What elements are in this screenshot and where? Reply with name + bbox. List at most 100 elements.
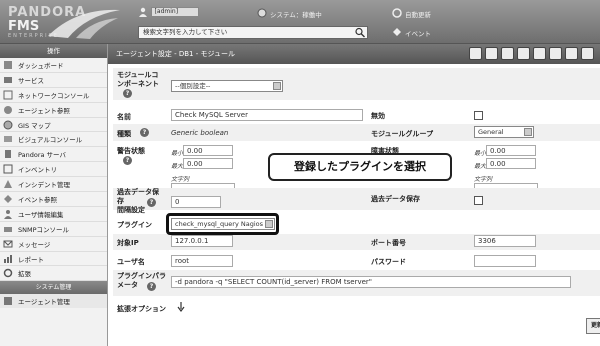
module-edit-form: モジュールコンポーネント ? --個別設定-- 名前 Check MySQL S… [113, 68, 600, 346]
events-icon [4, 194, 12, 203]
modules-tab-icon[interactable] [485, 47, 498, 60]
module-group-select[interactable]: General [474, 126, 534, 138]
extensions-icon [3, 269, 13, 278]
sidebar-item-label: ネットワークコンソール [18, 91, 90, 100]
page-title: エージェント設定 - DB1 - モジュール [116, 50, 235, 58]
historical-data-checkbox[interactable] [474, 196, 483, 205]
sidebar-item-label: インシデント管理 [18, 181, 70, 190]
visual-console-icon [4, 136, 12, 143]
agent-view-icon [4, 105, 12, 114]
help-icon[interactable]: ? [123, 156, 132, 165]
inventory-tab-icon[interactable] [533, 47, 546, 60]
sidebar-item-snmp[interactable]: SNMPコンソール [0, 222, 107, 237]
select-value: --個別設定-- [175, 82, 211, 90]
crit-min-input[interactable]: 0.00 [486, 145, 536, 156]
warning-status-label: 警告状態 [117, 147, 145, 155]
sidebar-item-user-edit[interactable]: ユーザ情報編集 [0, 207, 107, 222]
sidebar-item-gis-map[interactable]: GIS マップ [0, 118, 107, 133]
sidebar-item-label: メッセージ [18, 240, 51, 249]
username-label: ユーザ名 [117, 258, 145, 266]
interval-input[interactable]: 0 [171, 196, 221, 208]
crit-max-input[interactable]: 0.00 [486, 158, 536, 169]
select-value: General [478, 128, 504, 136]
services-icon [4, 76, 12, 83]
help-icon[interactable]: ? [147, 198, 156, 207]
view-tab-icon[interactable] [581, 47, 594, 60]
plugin-highlight-box [166, 213, 279, 235]
sidebar-item-reports[interactable]: レポート [0, 252, 107, 267]
messages-icon [3, 240, 13, 248]
name-input[interactable]: Check MySQL Server [171, 109, 363, 121]
pandora-fms-logo[interactable]: PANDORA FMS ENTERPRISE [6, 4, 124, 40]
target-ip-input[interactable]: 127.0.0.1 [171, 235, 233, 247]
sidebar-item-label: ユーザ情報編集 [18, 210, 64, 219]
plugin-params-input[interactable]: -d pandora -q "SELECT COUNT(id_server) F… [171, 276, 571, 288]
system-status-link[interactable]: システム：稼働中 [270, 9, 322, 19]
sidebar-operation-header: 操作 [0, 44, 107, 58]
name-label: 名前 [117, 113, 131, 121]
network-console-icon [3, 90, 13, 100]
inventory-icon [3, 164, 13, 174]
sidebar-item-services[interactable]: サービス [0, 73, 107, 88]
user-icon [139, 7, 147, 17]
autorefresh-link[interactable]: 自動更新 [405, 9, 431, 19]
sidebar-item-label: ダッシュボード [18, 61, 64, 70]
port-label: ポート番号 [371, 239, 406, 247]
reports-icon [4, 254, 12, 263]
events-link[interactable]: イベント [405, 28, 431, 38]
page-titlebar: エージェント設定 - DB1 - モジュール [108, 44, 600, 64]
titlebar-toolbar [469, 47, 594, 60]
sidebar-item-label: Pandora サーバ [18, 151, 66, 160]
alerts-tab-icon[interactable] [501, 47, 514, 60]
help-icon[interactable]: ? [140, 128, 149, 137]
module-group-label: モジュールグループ [371, 130, 434, 138]
help-icon[interactable]: ? [123, 89, 132, 98]
chevron-down-icon [524, 128, 532, 136]
module-component-label: モジュールコンポーネント [117, 71, 159, 88]
plugin-params-label: プラグインパラメータ [117, 272, 166, 289]
type-value: Generic boolean [171, 129, 229, 137]
crit-min-label: 最小 [474, 150, 487, 157]
sidebar-item-network-console[interactable]: ネットワークコンソール [0, 88, 107, 103]
sidebar-item-messages[interactable]: メッセージ [0, 237, 107, 252]
expand-arrow-icon[interactable] [177, 302, 185, 312]
sidebar-item-incident[interactable]: インシデント管理 [0, 177, 107, 193]
warn-max-input[interactable]: 0.00 [183, 158, 233, 169]
type-label: 種類 [117, 130, 131, 138]
help-icon[interactable]: ? [147, 282, 156, 291]
sidebar-item-extensions[interactable]: 拡張 [0, 266, 107, 282]
sidebar-item-events[interactable]: イベント参照 [0, 192, 107, 207]
password-input[interactable] [474, 255, 536, 267]
module-component-select[interactable]: --個別設定-- [171, 80, 283, 92]
warn-string-label: 文字列 [171, 176, 190, 183]
sidebar-item-visual-console[interactable]: ビジュアルコンソール [0, 132, 107, 148]
disabled-checkbox[interactable] [474, 111, 483, 120]
config-tab-icon[interactable] [549, 47, 562, 60]
disabled-label: 無効 [371, 112, 385, 120]
incident-icon [4, 180, 12, 189]
username-input[interactable]: root [171, 255, 233, 267]
events-icon [393, 28, 401, 36]
username-display[interactable]: [admin] [150, 7, 199, 17]
sidebar-item-label: インベントリ [18, 166, 57, 175]
interval-label-line2: 間隔設定 [117, 206, 145, 214]
search-input[interactable]: 検索文字列を入力して下さい [138, 26, 368, 39]
templates-tab-icon[interactable] [517, 47, 530, 60]
port-input[interactable]: 3306 [474, 235, 536, 247]
update-button[interactable]: 更新 [586, 318, 600, 334]
sidebar-item-label: 拡張 [18, 270, 31, 279]
warn-min-input[interactable]: 0.00 [183, 145, 233, 156]
target-ip-label: 対象IP [117, 239, 139, 247]
advanced-options-label[interactable]: 拡張オプション [117, 304, 166, 314]
search-icon[interactable] [354, 27, 366, 38]
sidebar-item-label: エージェント参照 [18, 106, 70, 115]
sidebar-item-dashboard[interactable]: ダッシュボード [0, 58, 107, 73]
setup-tab-icon[interactable] [469, 47, 482, 60]
gis-tab-icon[interactable] [565, 47, 578, 60]
sidebar-item-agent-management[interactable]: エージェント管理 [0, 294, 107, 309]
sidebar-item-pandora-server[interactable]: Pandora サーバ [0, 147, 107, 163]
sidebar-item-agent-view[interactable]: エージェント参照 [0, 103, 107, 118]
sidebar-item-inventory[interactable]: インベントリ [0, 162, 107, 178]
dashboard-icon [4, 60, 12, 69]
password-label: パスワード [371, 258, 406, 266]
